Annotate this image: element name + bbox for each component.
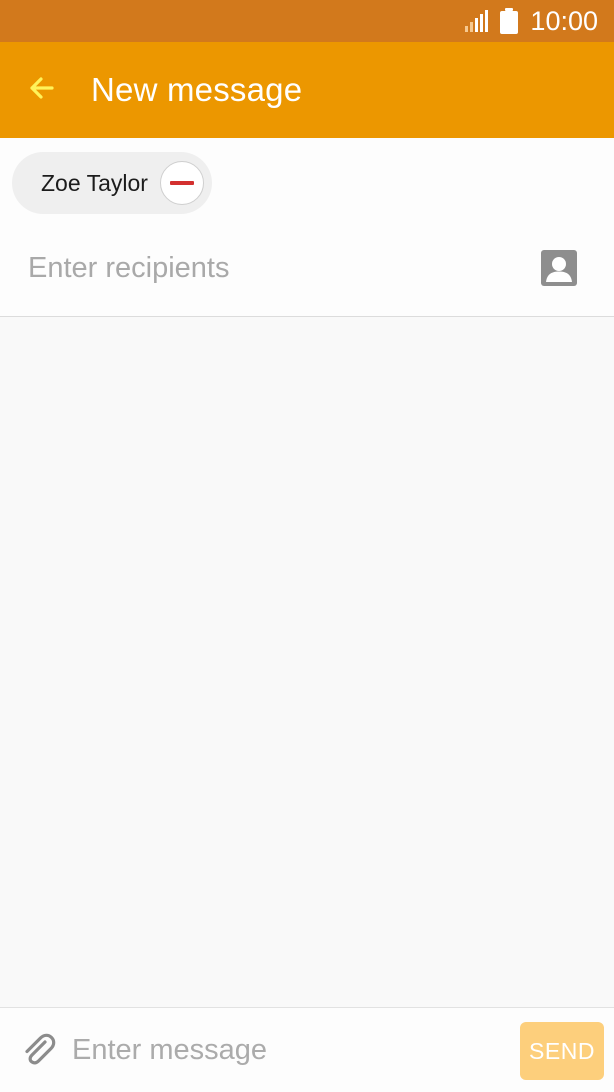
signal-icon xyxy=(464,9,489,33)
app-bar: New message xyxy=(0,42,614,138)
message-composer: SEND xyxy=(0,1007,614,1092)
recipients-area: Zoe Taylor xyxy=(0,138,614,317)
paperclip-icon xyxy=(18,1030,58,1070)
message-input[interactable] xyxy=(72,1026,502,1074)
attach-button[interactable] xyxy=(18,1030,58,1070)
status-bar: 10:00 xyxy=(0,0,614,42)
contacts-button[interactable] xyxy=(540,249,578,287)
status-indicators: 10:00 xyxy=(464,0,598,42)
new-message-screen: 10:00 New message Zoe Taylor Enter recip… xyxy=(0,0,614,1092)
remove-recipient-button[interactable] xyxy=(160,161,204,205)
send-button[interactable]: SEND xyxy=(520,1022,604,1080)
back-button[interactable] xyxy=(18,66,66,114)
arrow-left-icon xyxy=(26,72,58,109)
page-title: New message xyxy=(91,71,303,108)
recipients-input[interactable] xyxy=(28,244,498,292)
recipient-chip[interactable]: Zoe Taylor xyxy=(12,152,212,214)
recipient-chip-label: Zoe Taylor xyxy=(41,170,148,196)
minus-circle-icon xyxy=(170,181,194,185)
contact-card-icon xyxy=(540,249,578,287)
battery-icon xyxy=(500,8,519,34)
status-time: 10:00 xyxy=(530,6,598,36)
conversation-area xyxy=(0,317,614,1007)
